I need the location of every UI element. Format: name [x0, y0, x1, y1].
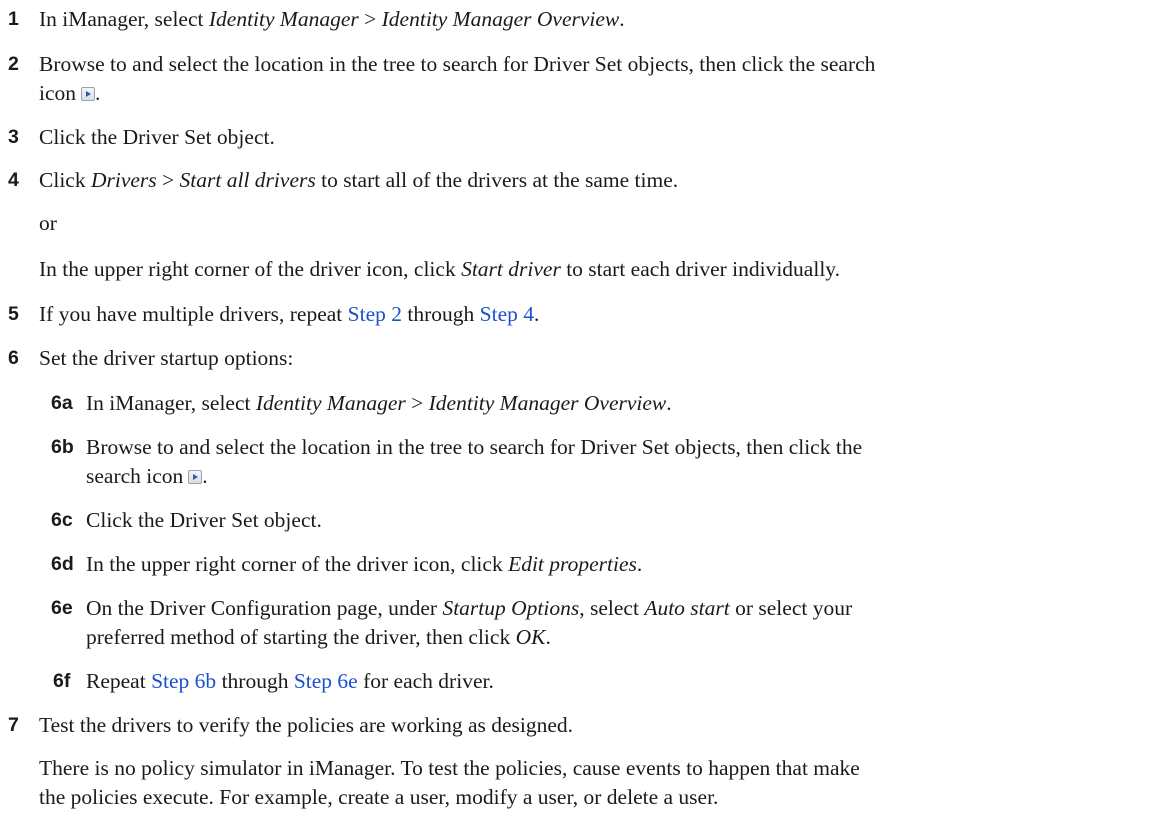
alternative-text: In the upper right corner of the driver … [39, 255, 840, 284]
substep-number: 6f [53, 670, 71, 692]
substep-text: Repeat Step 6b through Step 6e for each … [86, 667, 494, 696]
menu-path-item: Identity Manager Overview [381, 7, 620, 31]
text: In iManager, select [86, 391, 256, 415]
menu-path-item: Start driver [461, 257, 561, 281]
text-line: Browse to and select the location in the… [86, 435, 863, 459]
menu-path-item: Identity Manager [208, 7, 359, 31]
step-number: 6 [8, 347, 19, 369]
step-6b-link[interactable]: Step 6b [151, 669, 216, 693]
text-line: There is no policy simulator in iManager… [39, 756, 860, 780]
text: to start all of the drivers at the same … [315, 168, 679, 192]
text: to start each driver individually. [560, 257, 841, 281]
separator: > [358, 7, 382, 31]
or-text: or [39, 211, 57, 235]
text: Click [39, 168, 91, 192]
text-line: preferred method of starting the driver,… [86, 623, 852, 652]
step-number: 5 [8, 303, 19, 325]
text: In the upper right corner of the driver … [86, 552, 509, 576]
substep-text: In iManager, select Identity Manager > I… [86, 389, 672, 418]
text: On the Driver Configuration page, under [86, 596, 443, 620]
substep-number: 6c [51, 509, 73, 531]
step-number: 2 [8, 53, 19, 75]
text-line: icon. [39, 79, 875, 108]
substep-text: In the upper right corner of the driver … [86, 550, 642, 579]
text: . [95, 81, 101, 105]
text-line: Browse to and select the location in the… [39, 52, 876, 76]
text: search icon [86, 464, 184, 488]
step-6e-link[interactable]: Step 6e [294, 669, 358, 693]
step-text: Test the drivers to verify the policies … [39, 713, 574, 737]
text: . [666, 391, 672, 415]
text: . [202, 464, 208, 488]
substep-text: Browse to and select the location in the… [86, 433, 862, 491]
text: In iManager, select [39, 7, 209, 31]
text: for each driver. [357, 669, 494, 693]
step-4-link[interactable]: Step 4 [480, 302, 534, 326]
option-name: Auto start [644, 596, 730, 620]
substep-number: 6d [51, 553, 74, 575]
substep-text: Click the Driver Set object. [86, 508, 322, 532]
separator: > [156, 168, 180, 192]
text: Repeat [86, 669, 152, 693]
step-text: If you have multiple drivers, repeat Ste… [39, 300, 539, 329]
text: . [619, 7, 625, 31]
search-icon [188, 470, 203, 484]
text: icon [39, 81, 77, 105]
text: If you have multiple drivers, repeat [39, 302, 348, 326]
text: through [402, 302, 480, 326]
step-text: Click Drivers > Start all drivers to sta… [39, 166, 678, 195]
menu-path-item: Start all drivers [179, 168, 316, 192]
option-name: Startup Options [442, 596, 580, 620]
step-number: 4 [8, 169, 19, 191]
text: . [534, 302, 540, 326]
text-line: On the Driver Configuration page, under … [86, 594, 852, 623]
text-line: the policies execute. For example, creat… [39, 785, 719, 809]
menu-path-item: Drivers [90, 168, 157, 192]
step-paragraph: There is no policy simulator in iManager… [39, 754, 860, 812]
text: through [216, 669, 294, 693]
separator: > [405, 391, 429, 415]
step-number: 3 [8, 126, 19, 148]
step-number: 7 [8, 714, 19, 736]
menu-path-item: Identity Manager Overview [428, 391, 667, 415]
menu-path-item: Identity Manager [255, 391, 406, 415]
step-text: In iManager, select Identity Manager > I… [39, 5, 625, 34]
substep-number: 6e [51, 597, 73, 619]
text: or select your [729, 596, 853, 620]
text: In the upper right corner of the driver … [39, 257, 462, 281]
text-line: search icon. [86, 462, 862, 491]
step-text: Set the driver startup options: [39, 346, 294, 370]
substep-text: On the Driver Configuration page, under … [86, 594, 852, 652]
menu-path-item: Edit properties [508, 552, 637, 576]
step-text: Click the Driver Set object. [39, 125, 275, 149]
step-2-link[interactable]: Step 2 [348, 302, 402, 326]
step-text: Browse to and select the location in the… [39, 50, 875, 108]
option-name: OK [515, 625, 546, 649]
substep-number: 6a [51, 392, 73, 414]
text: preferred method of starting the driver,… [86, 625, 516, 649]
step-number: 1 [8, 8, 19, 30]
text: . [636, 552, 643, 576]
text: , select [579, 596, 645, 620]
search-icon [81, 87, 96, 101]
substep-number: 6b [51, 436, 74, 458]
text: . [545, 625, 551, 649]
